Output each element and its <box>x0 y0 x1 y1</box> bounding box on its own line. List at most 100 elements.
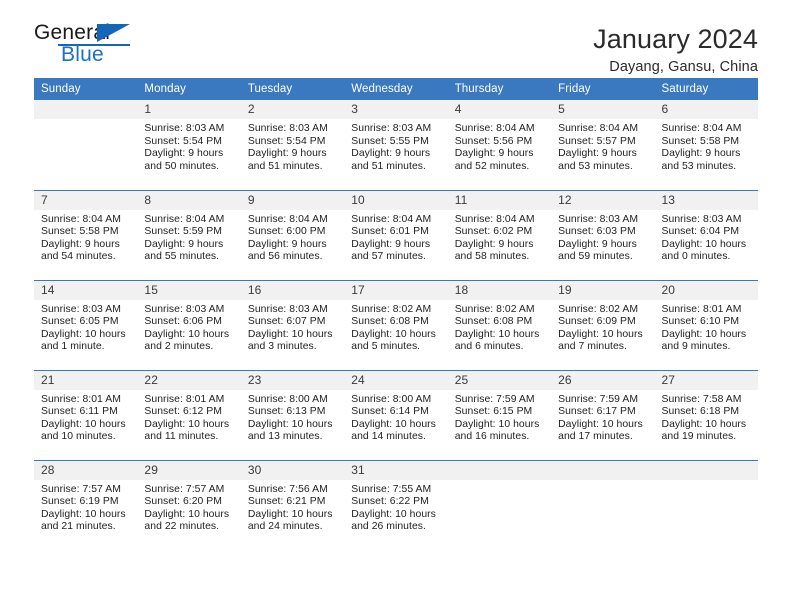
general-blue-logo[interactable]: General Blue <box>34 22 154 70</box>
sunrise-text: Sunrise: 7:57 AM <box>41 483 121 495</box>
daylight-text-line2: and 17 minutes. <box>558 431 633 443</box>
sunset-text: Sunset: 6:22 PM <box>351 496 429 508</box>
sunset-text: Sunset: 6:12 PM <box>144 406 222 418</box>
calendar-day-cell[interactable]: 7 Sunrise: 8:04 AM Sunset: 5:58 PM Daylight… <box>34 189 138 280</box>
calendar-day-cell[interactable]: 6 Sunrise: 8:04 AM Sunset: 5:58 PM Daylight… <box>654 100 758 190</box>
daylight-text-line1: Daylight: 10 hours <box>144 418 230 430</box>
day-details: Sunrise: 8:04 AM Sunset: 6:01 PM Daylight:… <box>344 210 447 264</box>
day-number: 21 <box>34 370 138 390</box>
day-number: 2 <box>240 100 345 119</box>
daylight-text-line1: Daylight: 9 hours <box>454 148 534 160</box>
day-details: Sunrise: 8:01 AM Sunset: 6:11 PM Daylight:… <box>34 390 137 444</box>
day-number: 16 <box>240 280 345 300</box>
sunrise-text: Sunrise: 8:03 AM <box>144 123 225 134</box>
calendar-day-cell[interactable]: 13 Sunrise: 8:03 AM Sunset: 6:04 PM Dayligh… <box>654 189 758 280</box>
calendar-cell-empty <box>654 459 758 550</box>
calendar-day-cell[interactable]: 10 Sunrise: 8:04 AM Sunset: 6:01 PM Dayligh… <box>344 189 448 280</box>
calendar-day-cell[interactable]: 22 Sunrise: 8:01 AM Sunset: 6:12 PM Dayligh… <box>137 369 241 460</box>
weekday-header-tuesday: Tuesday <box>240 78 345 100</box>
daylight-text-line1: Daylight: 9 hours <box>41 238 120 250</box>
day-number: 17 <box>344 280 448 300</box>
calendar-day-cell[interactable]: 23 Sunrise: 8:00 AM Sunset: 6:13 PM Dayligh… <box>240 369 345 460</box>
calendar-day-cell[interactable]: 30 Sunrise: 7:56 AM Sunset: 6:21 PM Dayligh… <box>240 459 345 550</box>
day-number: 11 <box>447 190 552 210</box>
daylight-text-line1: Daylight: 9 hours <box>247 148 327 160</box>
calendar-day-cell[interactable]: 9 Sunrise: 8:04 AM Sunset: 6:00 PM Daylight… <box>240 189 345 280</box>
calendar-day-cell[interactable]: 27 Sunrise: 7:58 AM Sunset: 6:18 PM Dayligh… <box>654 369 758 460</box>
day-number: 3 <box>344 100 448 119</box>
weekday-header-monday: Monday <box>137 78 241 100</box>
sunrise-text: Sunrise: 8:03 AM <box>247 303 328 315</box>
sunset-text: Sunset: 5:54 PM <box>247 135 326 147</box>
daylight-text-line1: Daylight: 10 hours <box>41 328 126 340</box>
day-details <box>551 480 654 484</box>
weekday-header-row: Sunday Monday Tuesday Wednesday Thursday… <box>34 78 758 100</box>
daylight-text-line1: Daylight: 10 hours <box>558 328 643 340</box>
sunset-text: Sunset: 6:20 PM <box>144 496 222 508</box>
calendar-day-cell[interactable]: 12 Sunrise: 8:03 AM Sunset: 6:03 PM Dayligh… <box>551 189 655 280</box>
calendar-week-row: 14 Sunrise: 8:03 AM Sunset: 6:05 PM Dayligh… <box>34 279 758 370</box>
calendar-day-cell[interactable]: 25 Sunrise: 7:59 AM Sunset: 6:15 PM Dayligh… <box>447 369 552 460</box>
calendar-day-cell[interactable]: 15 Sunrise: 8:03 AM Sunset: 6:06 PM Dayligh… <box>137 279 241 370</box>
calendar-day-cell[interactable]: 31 Sunrise: 7:55 AM Sunset: 6:22 PM Dayligh… <box>344 459 448 550</box>
calendar-day-cell[interactable]: 3 Sunrise: 8:03 AM Sunset: 5:55 PM Daylight… <box>344 100 448 190</box>
daylight-text-line1: Daylight: 10 hours <box>558 418 643 430</box>
daylight-text-line2: and 53 minutes. <box>558 160 633 172</box>
calendar-day-cell[interactable]: 5 Sunrise: 8:04 AM Sunset: 5:57 PM Daylight… <box>551 100 655 190</box>
calendar-day-cell[interactable]: 28 Sunrise: 7:57 AM Sunset: 6:19 PM Dayligh… <box>34 459 138 550</box>
calendar-day-cell[interactable]: 11 Sunrise: 8:04 AM Sunset: 6:02 PM Dayligh… <box>447 189 552 280</box>
daylight-text-line1: Daylight: 10 hours <box>247 508 333 520</box>
daylight-text-line2: and 26 minutes. <box>351 521 426 533</box>
daylight-text-line1: Daylight: 10 hours <box>41 418 126 430</box>
calendar-day-cell[interactable]: 8 Sunrise: 8:04 AM Sunset: 5:59 PM Daylight… <box>137 189 241 280</box>
calendar-day-cell[interactable]: 2 Sunrise: 8:03 AM Sunset: 5:54 PM Daylight… <box>240 100 345 190</box>
daylight-text-line1: Daylight: 10 hours <box>144 328 230 340</box>
calendar-day-cell[interactable]: 18 Sunrise: 8:02 AM Sunset: 6:08 PM Dayligh… <box>447 279 552 370</box>
calendar-day-cell[interactable]: 21 Sunrise: 8:01 AM Sunset: 6:11 PM Dayligh… <box>34 369 138 460</box>
sunset-text: Sunset: 5:58 PM <box>661 135 740 147</box>
day-details: Sunrise: 8:03 AM Sunset: 5:54 PM Daylight:… <box>241 119 344 173</box>
daylight-text-line1: Daylight: 9 hours <box>558 148 637 160</box>
calendar-day-cell[interactable]: 17 Sunrise: 8:02 AM Sunset: 6:08 PM Dayligh… <box>344 279 448 370</box>
sunset-text: Sunset: 5:55 PM <box>351 135 429 147</box>
sunrise-text: Sunrise: 8:04 AM <box>454 123 535 134</box>
calendar-day-cell[interactable]: 19 Sunrise: 8:02 AM Sunset: 6:09 PM Dayligh… <box>551 279 655 370</box>
day-number: 27 <box>654 370 758 390</box>
month-calendar: Sunday Monday Tuesday Wednesday Thursday… <box>34 78 758 550</box>
sunrise-text: Sunrise: 8:04 AM <box>144 213 225 225</box>
calendar-day-cell[interactable]: 24 Sunrise: 8:00 AM Sunset: 6:14 PM Dayligh… <box>344 369 448 460</box>
day-details: Sunrise: 7:57 AM Sunset: 6:19 PM Daylight:… <box>34 480 137 534</box>
day-number: 4 <box>447 100 552 119</box>
calendar-header-row: Sunday Monday Tuesday Wednesday Thursday… <box>34 78 758 100</box>
sunrise-text: Sunrise: 7:59 AM <box>454 393 535 405</box>
sunrise-text: Sunrise: 7:56 AM <box>247 483 328 495</box>
sunrise-text: Sunrise: 8:04 AM <box>661 123 742 134</box>
daylight-text-line1: Daylight: 9 hours <box>661 148 741 160</box>
sunset-text: Sunset: 6:21 PM <box>247 496 326 508</box>
sunrise-text: Sunrise: 7:57 AM <box>144 483 225 495</box>
sunrise-text: Sunrise: 8:04 AM <box>558 123 639 134</box>
page-header: General Blue January 2024 Dayang, Gansu,… <box>34 0 758 75</box>
daylight-text-line1: Daylight: 10 hours <box>41 508 126 520</box>
calendar-cell-empty <box>34 100 138 190</box>
calendar-day-cell[interactable]: 1 Sunrise: 8:03 AM Sunset: 5:54 PM Daylight… <box>137 100 241 190</box>
day-number: 26 <box>551 370 655 390</box>
weekday-header-sunday: Sunday <box>34 78 138 100</box>
day-details: Sunrise: 8:01 AM Sunset: 6:10 PM Daylight:… <box>655 300 758 354</box>
calendar-day-cell[interactable]: 14 Sunrise: 8:03 AM Sunset: 6:05 PM Dayligh… <box>34 279 138 370</box>
calendar-day-cell[interactable]: 26 Sunrise: 7:59 AM Sunset: 6:17 PM Dayligh… <box>551 369 655 460</box>
daylight-text-line2: and 3 minutes. <box>247 341 317 353</box>
day-details: Sunrise: 7:57 AM Sunset: 6:20 PM Daylight:… <box>137 480 240 534</box>
calendar-day-cell[interactable]: 4 Sunrise: 8:04 AM Sunset: 5:56 PM Daylight… <box>447 100 552 190</box>
calendar-day-cell[interactable]: 20 Sunrise: 8:01 AM Sunset: 6:10 PM Dayligh… <box>654 279 758 370</box>
calendar-day-cell[interactable]: 16 Sunrise: 8:03 AM Sunset: 6:07 PM Dayligh… <box>240 279 345 370</box>
calendar-day-cell[interactable]: 29 Sunrise: 7:57 AM Sunset: 6:20 PM Dayligh… <box>137 459 241 550</box>
day-details: Sunrise: 8:03 AM Sunset: 6:04 PM Daylight:… <box>655 210 758 264</box>
daylight-text-line2: and 11 minutes. <box>144 431 219 443</box>
day-details: Sunrise: 8:03 AM Sunset: 6:07 PM Daylight:… <box>241 300 344 354</box>
day-details: Sunrise: 8:03 AM Sunset: 6:05 PM Daylight:… <box>34 300 137 354</box>
day-details: Sunrise: 8:03 AM Sunset: 5:55 PM Daylight:… <box>344 119 447 173</box>
daylight-text-line1: Daylight: 10 hours <box>454 418 540 430</box>
sunset-text: Sunset: 6:09 PM <box>558 316 636 328</box>
calendar-week-row: 28 Sunrise: 7:57 AM Sunset: 6:19 PM Dayligh… <box>34 459 758 550</box>
